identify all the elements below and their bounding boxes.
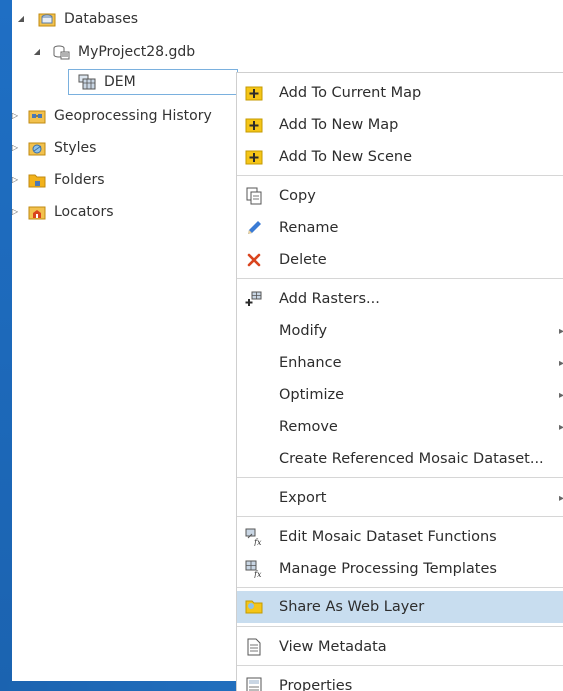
- metadata-document-icon: [245, 638, 263, 656]
- tree-label-styles: Styles: [54, 140, 97, 156]
- menu-label: Edit Mosaic Dataset Functions: [279, 529, 497, 545]
- menu-label: Enhance: [279, 355, 342, 371]
- menu-label: Properties: [279, 678, 353, 691]
- menu-label: Modify: [279, 323, 328, 339]
- menu-label: Add To New Scene: [279, 149, 412, 165]
- svg-text:fx: fx: [253, 538, 262, 546]
- tree-label-locators: Locators: [54, 204, 114, 220]
- collapse-arrow-icon[interactable]: ◢: [32, 47, 42, 57]
- menu-label: Add To Current Map: [279, 85, 422, 101]
- menu-item-add-rasters[interactable]: Add Rasters...: [237, 283, 563, 315]
- expand-arrow-icon[interactable]: ▷: [10, 207, 20, 217]
- menu-label: View Metadata: [279, 639, 387, 655]
- menu-item-manage-processing-templates[interactable]: fx Manage Processing Templates: [237, 553, 563, 585]
- tree-label-folders: Folders: [54, 172, 105, 188]
- menu-item-edit-mosaic-functions[interactable]: fx Edit Mosaic Dataset Functions: [237, 521, 563, 553]
- submenu-arrow-icon: ▸: [558, 357, 563, 369]
- menu-item-rename[interactable]: Rename: [237, 212, 563, 244]
- geoprocessing-history-icon: [28, 110, 46, 124]
- menu-item-remove[interactable]: Remove ▸: [237, 411, 563, 443]
- tree-item-styles[interactable]: ▷ Styles: [10, 137, 97, 159]
- submenu-arrow-icon: ▸: [558, 421, 563, 433]
- menu-item-add-to-new-scene[interactable]: Add To New Scene: [237, 141, 563, 173]
- menu-item-modify[interactable]: Modify ▸: [237, 315, 563, 347]
- menu-label: Delete: [279, 252, 327, 268]
- menu-item-view-metadata[interactable]: View Metadata: [237, 631, 563, 663]
- menu-item-enhance[interactable]: Enhance ▸: [237, 347, 563, 379]
- menu-item-copy[interactable]: Copy: [237, 180, 563, 212]
- menu-item-add-to-current-map[interactable]: Add To Current Map: [237, 77, 563, 109]
- tree-label-gdb: MyProject28.gdb: [78, 44, 196, 60]
- menu-separator: [237, 587, 563, 588]
- menu-label: Share As Web Layer: [279, 599, 425, 615]
- folder-icon: [28, 174, 46, 188]
- database-folder-icon: [38, 13, 56, 27]
- add-rasters-icon: [245, 290, 263, 308]
- window-border-left: [0, 0, 12, 691]
- menu-label: Copy: [279, 188, 316, 204]
- tree-label-dem: DEM: [104, 74, 136, 90]
- menu-label: Export: [279, 490, 327, 506]
- context-menu: Add To Current Map Add To New Map Add To…: [236, 72, 563, 691]
- mosaic-dataset-icon: [78, 74, 96, 90]
- submenu-arrow-icon: ▸: [558, 389, 563, 401]
- menu-separator: [237, 516, 563, 517]
- tree-item-gdb[interactable]: ◢ MyProject28.gdb: [32, 41, 195, 63]
- copy-icon: [245, 187, 263, 205]
- tree-item-databases[interactable]: ◢ Databases: [16, 8, 138, 30]
- menu-separator: [237, 665, 563, 666]
- catalog-pane: ◢ Databases ◢ MyProject28.gdb DEM ▷ Geop…: [10, 0, 563, 691]
- tree-label-geoprocessing: Geoprocessing History: [54, 108, 212, 124]
- template-function-icon: fx: [245, 560, 263, 578]
- menu-separator: [237, 626, 563, 627]
- pencil-icon: [245, 219, 263, 237]
- expand-arrow-icon[interactable]: ▷: [10, 175, 20, 185]
- delete-x-icon: [245, 251, 263, 269]
- menu-item-create-referenced-mosaic[interactable]: Create Referenced Mosaic Dataset...: [237, 443, 563, 475]
- tree-item-geoprocessing[interactable]: ▷ Geoprocessing History: [10, 105, 212, 127]
- add-data-icon: [245, 148, 263, 166]
- geodatabase-icon: [53, 45, 70, 60]
- menu-item-add-to-new-map[interactable]: Add To New Map: [237, 109, 563, 141]
- tree-item-dem[interactable]: DEM: [78, 71, 136, 93]
- tree-item-locators[interactable]: ▷ Locators: [10, 201, 114, 223]
- expand-arrow-icon[interactable]: ▷: [10, 143, 20, 153]
- menu-label: Remove: [279, 419, 338, 435]
- svg-text:fx: fx: [253, 570, 262, 578]
- function-icon: fx: [245, 528, 263, 546]
- add-data-icon: [245, 116, 263, 134]
- locators-icon: [28, 206, 46, 220]
- submenu-arrow-icon: ▸: [558, 492, 563, 504]
- submenu-arrow-icon: ▸: [558, 325, 563, 337]
- menu-label: Manage Processing Templates: [279, 561, 497, 577]
- tree-item-folders[interactable]: ▷ Folders: [10, 169, 105, 191]
- menu-separator: [237, 175, 563, 176]
- menu-separator: [237, 278, 563, 279]
- collapse-arrow-icon[interactable]: ◢: [16, 14, 26, 24]
- menu-item-export[interactable]: Export ▸: [237, 482, 563, 514]
- menu-label: Create Referenced Mosaic Dataset...: [279, 451, 544, 467]
- expand-arrow-icon[interactable]: ▷: [10, 111, 20, 121]
- menu-item-properties[interactable]: Properties: [237, 670, 563, 691]
- share-web-layer-icon: [245, 598, 263, 616]
- menu-separator: [237, 477, 563, 478]
- properties-icon: [245, 677, 263, 691]
- menu-label: Optimize: [279, 387, 345, 403]
- add-data-icon: [245, 84, 263, 102]
- menu-label: Add Rasters...: [279, 291, 380, 307]
- menu-item-delete[interactable]: Delete: [237, 244, 563, 276]
- tree-label-databases: Databases: [64, 11, 139, 27]
- menu-label: Add To New Map: [279, 117, 399, 133]
- styles-icon: [28, 142, 46, 156]
- menu-item-optimize[interactable]: Optimize ▸: [237, 379, 563, 411]
- menu-item-share-as-web-layer[interactable]: Share As Web Layer: [237, 591, 563, 623]
- menu-label: Rename: [279, 220, 339, 236]
